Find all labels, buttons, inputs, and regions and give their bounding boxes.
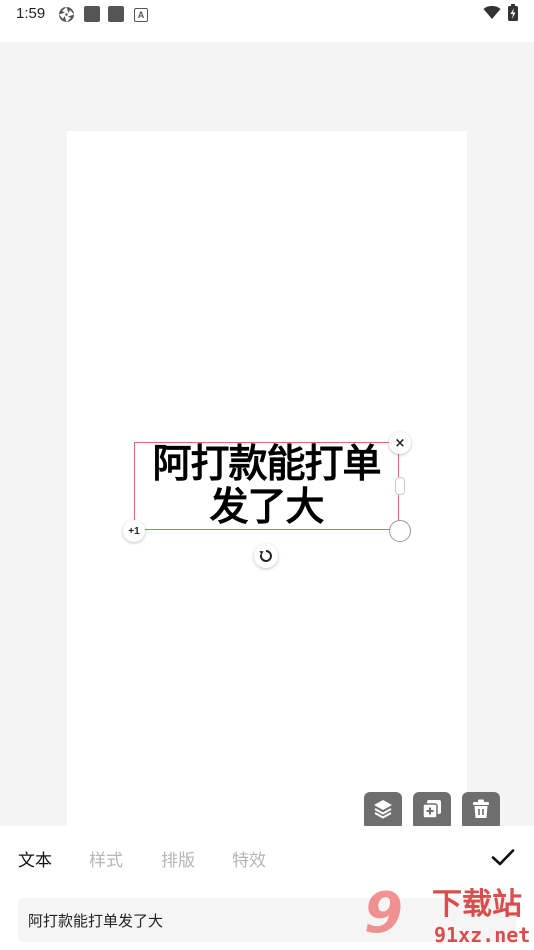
text-sticker-selection[interactable]: 阿打款能打单 发了大 <box>134 442 399 530</box>
canvas-area <box>0 42 534 826</box>
duplicate-button[interactable] <box>413 792 451 830</box>
status-time: 1:59 <box>16 5 46 22</box>
tab-effects[interactable]: 特效 <box>232 846 266 871</box>
duplicate-badge[interactable]: +1 <box>123 520 145 542</box>
status-bar: 1:59 A <box>0 0 534 42</box>
delete-icon <box>470 798 492 824</box>
rotate-icon[interactable] <box>254 544 278 568</box>
watermark-title: 下载站 <box>432 887 522 922</box>
layers-icon <box>372 798 394 824</box>
tab-style[interactable]: 样式 <box>89 846 123 871</box>
a-badge-icon: A <box>134 8 148 22</box>
confirm-button[interactable] <box>490 844 516 870</box>
layers-button[interactable] <box>364 792 402 830</box>
sticker-text[interactable]: 阿打款能打单 发了大 <box>135 443 398 529</box>
tab-layout[interactable]: 排版 <box>161 846 195 871</box>
check-icon <box>491 849 515 866</box>
wifi-icon <box>483 5 501 24</box>
aperture-icon <box>58 6 75 27</box>
app-square-icon <box>84 6 100 22</box>
tab-text[interactable]: 文本 <box>18 846 52 871</box>
delete-button[interactable] <box>462 792 500 830</box>
resize-side-handle[interactable] <box>395 477 405 495</box>
watermark-url: 91xz.net <box>434 923 531 947</box>
battery-charging-icon <box>508 4 518 25</box>
scale-handle[interactable] <box>389 520 411 542</box>
watermark-mark: 9 <box>364 881 403 946</box>
close-icon[interactable]: × <box>389 432 411 454</box>
watermark-logo: 9 下载站 91xz.net <box>364 884 534 950</box>
duplicate-icon <box>421 798 443 824</box>
app-square-icon <box>108 6 124 22</box>
